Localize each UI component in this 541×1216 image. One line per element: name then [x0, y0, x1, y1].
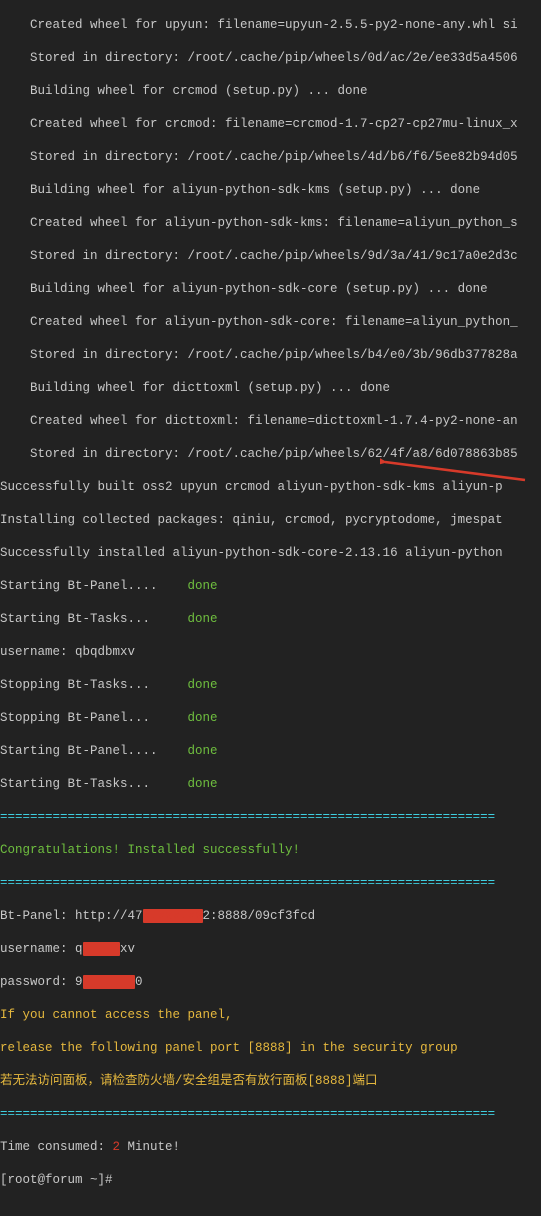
prompt-bracket: [ [0, 1173, 8, 1187]
panel-password-line: password: 9-------0 [0, 974, 541, 991]
username-label: username: q [0, 942, 83, 956]
panel-url-part: 2:8888/09cf3fcd [203, 909, 316, 923]
service-label: Stopping Bt-Tasks... [0, 678, 150, 692]
service-label: Starting Bt-Tasks... [0, 612, 150, 626]
shell-prompt[interactable]: [root@forum ~]# [0, 1172, 541, 1189]
notice-line-zh: 若无法访问面板，请检查防火墙/安全组是否有放行面板[8888]端口 [0, 1073, 541, 1090]
text-line: Building wheel for aliyun-python-sdk-kms… [0, 182, 541, 199]
service-status: done [188, 744, 218, 758]
text-line: Created wheel for aliyun-python-sdk-kms:… [0, 215, 541, 232]
username-tail: xv [120, 942, 135, 956]
prompt-tail: ]# [98, 1173, 113, 1187]
service-line: Starting Bt-Tasks... done [0, 776, 541, 793]
text-line: Stored in directory: /root/.cache/pip/wh… [0, 50, 541, 67]
text-line: Stored in directory: /root/.cache/pip/wh… [0, 149, 541, 166]
service-line: Stopping Bt-Panel... done [0, 710, 541, 727]
text-line: Stored in directory: /root/.cache/pip/wh… [0, 347, 541, 364]
text-line: Created wheel for dicttoxml: filename=di… [0, 413, 541, 430]
service-status: done [188, 612, 218, 626]
service-label: Starting Bt-Panel.... [0, 744, 158, 758]
separator-line: ========================================… [0, 1106, 541, 1123]
panel-username-line: username: q-----xv [0, 941, 541, 958]
password-tail: 0 [135, 975, 143, 989]
service-status: done [188, 711, 218, 725]
service-label: Starting Bt-Panel.... [0, 579, 158, 593]
congrats-line: Congratulations! Installed successfully! [0, 842, 541, 859]
text-line: Installing collected packages: qiniu, cr… [0, 512, 541, 529]
panel-url-line: Bt-Panel: http://47x.xxx.xx2:8888/09cf3f… [0, 908, 541, 925]
panel-url-part: http://47 [75, 909, 143, 923]
notice-line: If you cannot access the panel, [0, 1007, 541, 1024]
time-suffix: Minute! [120, 1140, 180, 1154]
service-label: Starting Bt-Tasks... [0, 777, 150, 791]
service-line: Starting Bt-Panel.... done [0, 578, 541, 595]
notice-line: release the following panel port [8888] … [0, 1040, 541, 1057]
text-line: Created wheel for upyun: filename=upyun-… [0, 17, 541, 34]
service-label: Stopping Bt-Panel... [0, 711, 150, 725]
service-status: done [188, 678, 218, 692]
text-line: Building wheel for dicttoxml (setup.py) … [0, 380, 541, 397]
service-status: done [188, 579, 218, 593]
redacted-text: x.xxx.xx [143, 909, 203, 923]
prompt-path: ~ [83, 1173, 98, 1187]
text-line: Created wheel for aliyun-python-sdk-core… [0, 314, 541, 331]
text-line: Building wheel for crcmod (setup.py) ...… [0, 83, 541, 100]
username-line: username: qbqdbmxv [0, 644, 541, 661]
prompt-user-host: root@forum [8, 1173, 83, 1187]
password-label: password: 9 [0, 975, 83, 989]
service-line: Starting Bt-Tasks... done [0, 611, 541, 628]
time-consumed-line: Time consumed: 2 Minute! [0, 1139, 541, 1156]
redacted-text: ----- [83, 942, 121, 956]
service-line: Stopping Bt-Tasks... done [0, 677, 541, 694]
text-line: Successfully installed aliyun-python-sdk… [0, 545, 541, 562]
text-line: Created wheel for crcmod: filename=crcmo… [0, 116, 541, 133]
service-status: done [188, 777, 218, 791]
redacted-text: ------- [83, 975, 136, 989]
text-line: Building wheel for aliyun-python-sdk-cor… [0, 281, 541, 298]
terminal-output[interactable]: Created wheel for upyun: filename=upyun-… [0, 0, 541, 1216]
time-value: 2 [113, 1140, 121, 1154]
panel-label: Bt-Panel: [0, 909, 75, 923]
separator-line: ========================================… [0, 875, 541, 892]
text-line: Stored in directory: /root/.cache/pip/wh… [0, 248, 541, 265]
separator-line: ========================================… [0, 809, 541, 826]
text-line: Successfully built oss2 upyun crcmod ali… [0, 479, 541, 496]
service-line: Starting Bt-Panel.... done [0, 743, 541, 760]
text-line: Stored in directory: /root/.cache/pip/wh… [0, 446, 541, 463]
time-prefix: Time consumed: [0, 1140, 113, 1154]
